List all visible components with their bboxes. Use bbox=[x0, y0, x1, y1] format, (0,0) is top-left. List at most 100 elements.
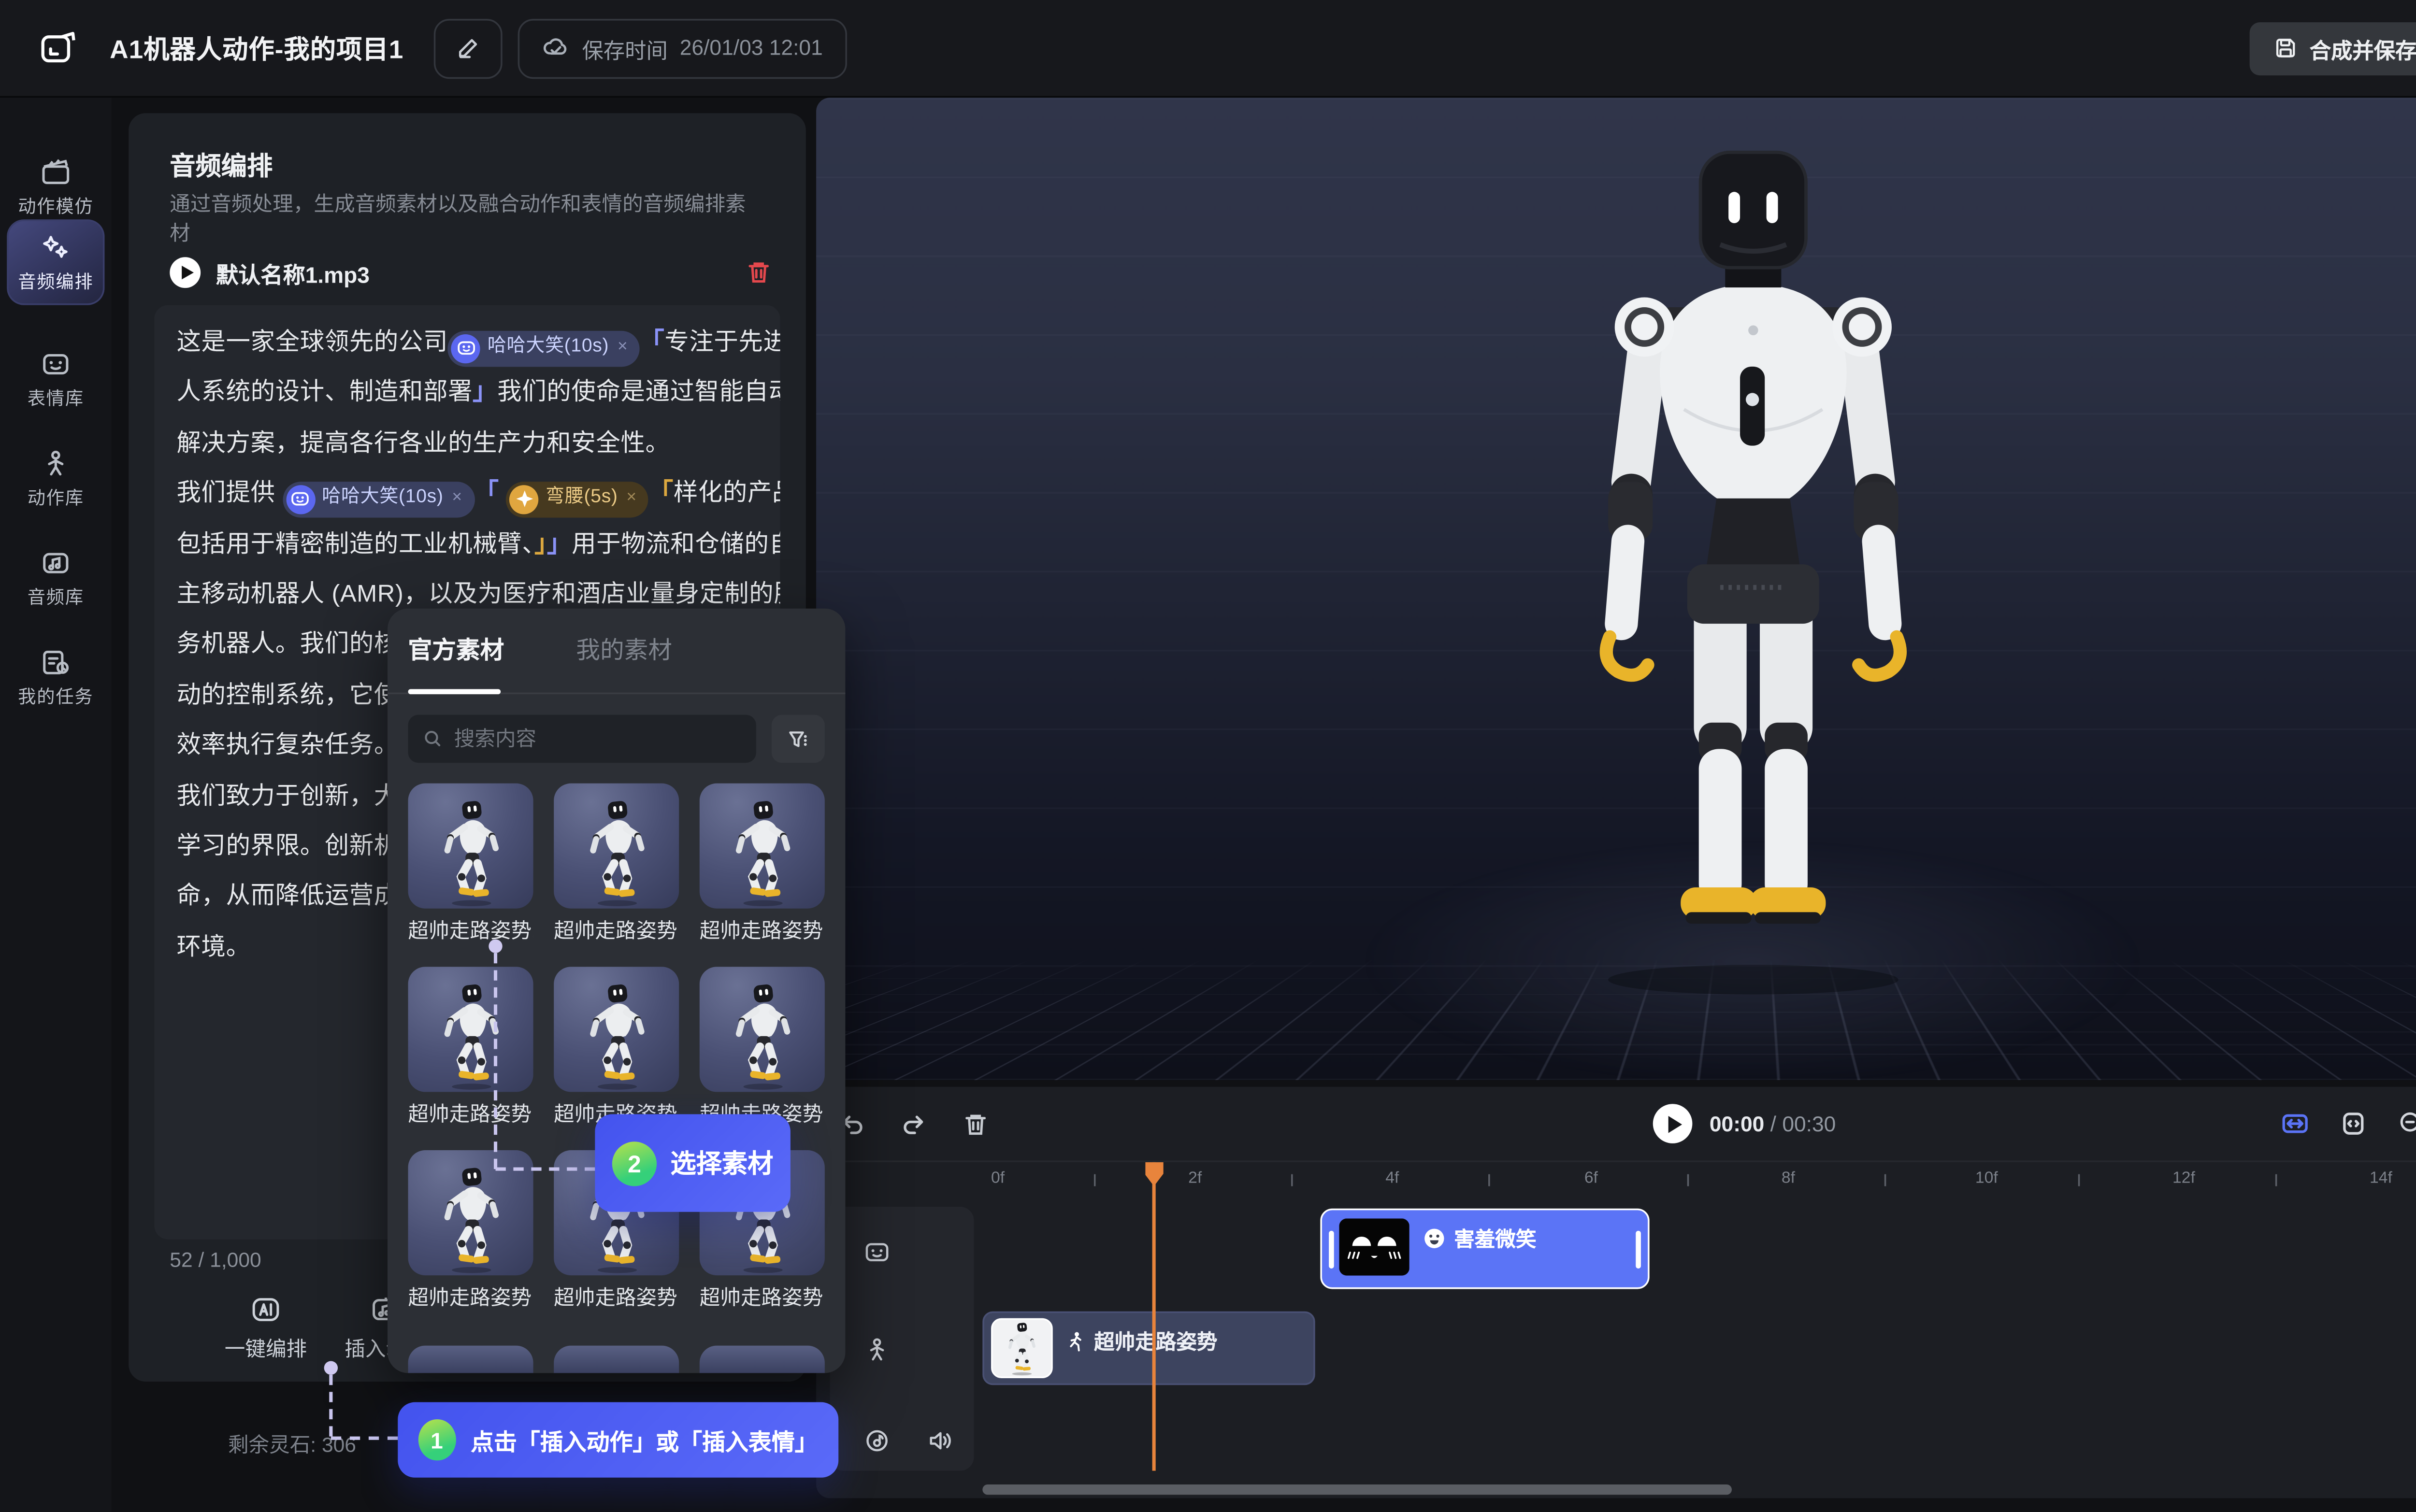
remove-tag-icon[interactable]: × bbox=[618, 323, 628, 373]
remaining-gems: 剩余灵石: 306 bbox=[228, 1429, 356, 1458]
rename-button[interactable] bbox=[434, 18, 503, 78]
tutorial-step-1: 1 点击「插入动作」或「插入表情」 bbox=[398, 1402, 838, 1478]
timeline-toolbar: 00:00 / 00:30 bbox=[816, 1087, 2416, 1162]
zoom-out-button[interactable] bbox=[2397, 1109, 2416, 1147]
sidebar-item-motion-lib[interactable]: 动作库 bbox=[7, 435, 104, 521]
laugh-face-icon bbox=[290, 489, 311, 510]
one-click-arrange-button[interactable]: 一键编排 bbox=[225, 1293, 307, 1363]
play-button[interactable] bbox=[1653, 1104, 1693, 1143]
funnel-icon bbox=[787, 727, 809, 750]
asset-card[interactable]: 超帅走路姿势... bbox=[408, 784, 533, 945]
expression-clip[interactable]: 害羞微笑 bbox=[1320, 1209, 1649, 1289]
tutorial-connector-line bbox=[329, 1375, 332, 1437]
sidebar-item-expression-lib[interactable]: 表情库 bbox=[7, 336, 104, 422]
app-logo-icon bbox=[38, 28, 79, 69]
tutorial-connector-dot bbox=[324, 1361, 338, 1375]
asset-row-partial bbox=[408, 1346, 825, 1373]
motion-clip[interactable]: 超帅走路姿势 bbox=[982, 1312, 1315, 1385]
active-tab-underline bbox=[408, 689, 501, 694]
asset-search-field[interactable] bbox=[408, 715, 756, 763]
3d-viewport[interactable]: Z Y X bbox=[816, 98, 2416, 1080]
sidebar-item-audio-lib[interactable]: 音频库 bbox=[7, 535, 104, 620]
remove-tag-icon[interactable]: × bbox=[452, 474, 462, 524]
tag-laugh[interactable]: 哈哈大笑(10s)× bbox=[448, 330, 640, 366]
step-number-badge: 1 bbox=[418, 1419, 455, 1460]
pencil-icon bbox=[457, 36, 481, 60]
sidebar-item-audio-arrange[interactable]: 音频编排 bbox=[7, 219, 104, 305]
tag-bend[interactable]: 弯腰(5s)× bbox=[506, 481, 648, 517]
synthesize-save-label: 合成并保存 bbox=[2310, 32, 2416, 64]
clip-trim-handle-left[interactable] bbox=[1329, 1230, 1334, 1268]
timeline-scrollbar[interactable] bbox=[982, 1484, 1732, 1495]
top-bar: A1机器人动作-我的项目1 保存时间 26/01/03 12:01 合成并保存 … bbox=[0, 0, 2416, 98]
asset-card[interactable]: 超帅走路姿势 bbox=[408, 1150, 533, 1312]
music-box-icon bbox=[40, 546, 72, 578]
save-time-label: 保存时间 bbox=[582, 32, 667, 64]
asset-thumbnail bbox=[408, 967, 533, 1092]
floppy-icon bbox=[2273, 36, 2298, 60]
person-icon bbox=[40, 446, 72, 479]
playhead[interactable] bbox=[1152, 1162, 1156, 1471]
walking-person-icon bbox=[1066, 1331, 1085, 1352]
clapperboard-icon bbox=[40, 155, 72, 187]
sparkles-icon bbox=[40, 230, 72, 263]
tag-laugh[interactable]: 哈哈大笑(10s)× bbox=[283, 481, 475, 517]
motion-thumbnail bbox=[991, 1318, 1053, 1378]
tab-official-assets[interactable]: 官方素材 bbox=[408, 632, 504, 667]
asset-card[interactable]: 超帅走路姿势 bbox=[554, 784, 679, 945]
motion-track-icon bbox=[863, 1335, 892, 1364]
search-input[interactable] bbox=[454, 727, 741, 751]
cloud-check-icon bbox=[543, 34, 570, 62]
asset-card[interactable]: 超帅走路姿势 bbox=[700, 784, 825, 945]
clip-range-button[interactable] bbox=[2339, 1109, 2368, 1147]
asset-thumbnail bbox=[554, 967, 679, 1092]
search-icon bbox=[423, 728, 442, 749]
mute-track-icon[interactable] bbox=[926, 1426, 955, 1455]
sidebar-item-my-tasks[interactable]: 我的任务 bbox=[7, 634, 104, 720]
synthesize-save-button[interactable]: 合成并保存 bbox=[2250, 21, 2416, 74]
timeline-ruler[interactable]: 0f 2f 4f 6f 8f 10f 12f 14f 16f bbox=[978, 1162, 2416, 1197]
asset-card[interactable]: 超帅走路姿势 bbox=[408, 967, 533, 1128]
asset-card[interactable]: 超帅走路姿势 bbox=[554, 967, 679, 1128]
expression-thumbnail bbox=[1339, 1215, 1409, 1279]
remove-tag-icon[interactable]: × bbox=[626, 474, 636, 524]
tutorial-connector-dot bbox=[489, 940, 502, 953]
fit-timeline-button[interactable] bbox=[2281, 1109, 2310, 1147]
filter-button[interactable] bbox=[772, 715, 825, 763]
asset-thumbnail bbox=[700, 784, 825, 909]
panel-title: 音频编排 bbox=[170, 147, 273, 184]
asset-thumbnail bbox=[408, 784, 533, 909]
star-person-icon bbox=[514, 489, 534, 510]
panel-description: 通过音频处理，生成音频素材以及融合动作和表情的音频编排素材 bbox=[170, 190, 752, 249]
char-counter: 52 / 1,000 bbox=[170, 1248, 261, 1272]
asset-thumbnail bbox=[700, 967, 825, 1092]
audio-file-name: 默认名称1.mp3 bbox=[216, 257, 370, 289]
tutorial-connector-line bbox=[494, 953, 497, 1169]
asset-card[interactable]: 超帅走路姿势 bbox=[700, 967, 825, 1128]
task-list-icon bbox=[40, 645, 72, 678]
play-audio-button[interactable] bbox=[170, 257, 201, 288]
track-headers bbox=[830, 1207, 974, 1470]
app-window: A1机器人动作-我的项目1 保存时间 26/01/03 12:01 合成并保存 … bbox=[0, 0, 2416, 1512]
sidebar-item-motion-mimic[interactable]: 动作模仿 bbox=[7, 144, 104, 229]
redo-button[interactable] bbox=[900, 1111, 928, 1138]
audio-file-row: 默认名称1.mp3 bbox=[170, 254, 772, 291]
save-time-value: 26/01/03 12:01 bbox=[680, 36, 823, 60]
tab-my-assets[interactable]: 我的素材 bbox=[576, 632, 672, 667]
left-nav: 动作模仿 音频编排 表情库 动作库 音频库 我的任务 bbox=[0, 98, 112, 1512]
save-time-indicator: 保存时间 26/01/03 12:01 bbox=[518, 18, 847, 78]
track-area[interactable]: 害羞微笑 超帅走路姿势 bbox=[978, 1197, 2416, 1474]
ai-icon bbox=[248, 1293, 283, 1327]
robot-model[interactable] bbox=[1555, 146, 1951, 1003]
tutorial-step-2: 2 选择素材 bbox=[595, 1114, 791, 1212]
time-display: 00:00 / 00:30 bbox=[1710, 1112, 1836, 1136]
asset-thumbnail bbox=[554, 784, 679, 909]
asset-picker-popup: 官方素材 我的素材 超帅走路姿势... 超帅走路姿势 超帅走路姿势 超帅走路姿势… bbox=[388, 609, 845, 1373]
audio-track-icon bbox=[863, 1426, 892, 1455]
emoji-face-icon bbox=[1423, 1227, 1445, 1250]
step-number-badge: 2 bbox=[612, 1141, 657, 1185]
delete-clip-button[interactable] bbox=[962, 1111, 990, 1138]
clip-trim-handle-right[interactable] bbox=[1636, 1230, 1641, 1268]
timeline-panel: 00:00 / 00:30 0f 2f 4f 6f 8f 10f 12f 14f… bbox=[816, 1087, 2416, 1498]
delete-audio-button[interactable] bbox=[746, 259, 772, 286]
